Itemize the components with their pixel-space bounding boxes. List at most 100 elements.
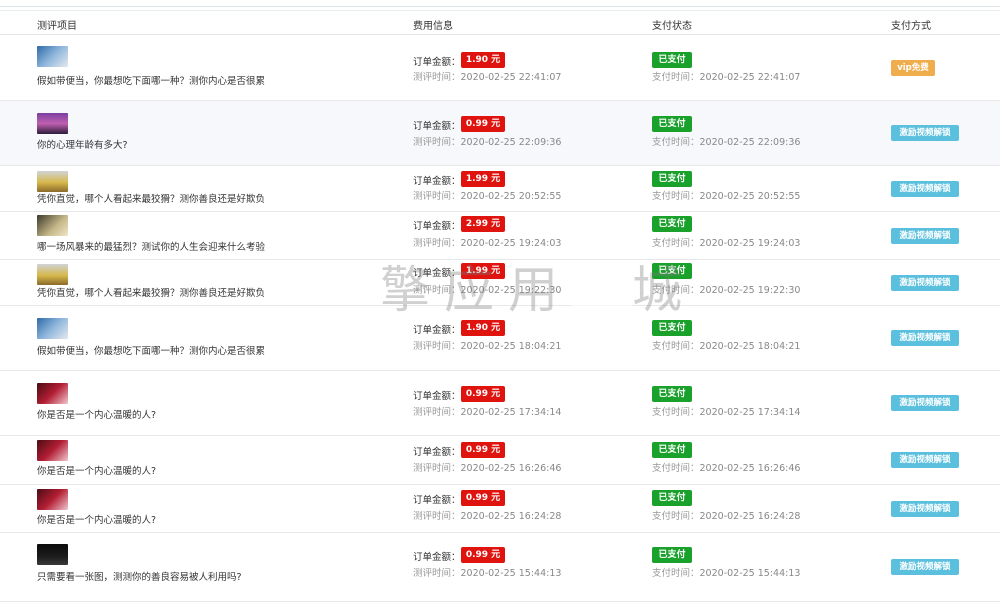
paid-status-badge: 已支付 <box>652 442 692 458</box>
top-divider-secondary <box>0 10 1000 11</box>
price-badge: 2.99 元 <box>461 216 505 232</box>
video-unlock-badge[interactable]: 激励视频解锁 <box>891 228 959 244</box>
eval-time-value: 2020-02-25 16:26:46 <box>460 463 562 474</box>
order-amount-label: 订单金额： <box>413 221 461 232</box>
table-row: 假如带便当，你最想吃下面哪一种？测你内心是否很累 订单金额： 1.90 元测评时间：… <box>0 306 1000 371</box>
pay-time-value: 2020-02-25 20:52:55 <box>699 191 801 202</box>
paid-status-badge: 已支付 <box>652 320 692 336</box>
pay-time-value: 2020-02-25 15:44:13 <box>699 568 801 579</box>
video-unlock-badge[interactable]: 激励视频解锁 <box>891 559 959 575</box>
table-row: 你是否是一个内心温暖的人? 订单金额： 0.99 元测评时间：2020-02-25 … <box>0 371 1000 436</box>
eval-time: 测评时间：2020-02-25 20:52:55 <box>413 188 561 202</box>
order-amount-label: 订单金额： <box>413 325 461 336</box>
video-unlock-badge[interactable]: 激励视频解锁 <box>891 125 959 141</box>
price-badge: 1.90 元 <box>461 320 505 336</box>
item-title[interactable]: 哪一场风暴来的最猛烈？测试你的人生会迎来什么考验 <box>37 239 265 253</box>
price-badge: 1.99 元 <box>461 171 505 187</box>
eval-time-value: 2020-02-25 15:44:13 <box>460 568 562 579</box>
pay-time: 支付时间：2020-02-25 19:22:30 <box>652 282 800 296</box>
thumbnail-image <box>37 489 68 510</box>
thumbnail-image <box>37 46 68 67</box>
table-row: 凭你直觉，哪个人看起来最狡猾？测你善良还是好欺负 订单金额： 1.99 元测评时间：… <box>0 166 1000 212</box>
pay-time: 支付时间：2020-02-25 15:44:13 <box>652 565 800 579</box>
order-amount-label: 订单金额： <box>413 121 461 132</box>
price-badge: 0.99 元 <box>461 547 505 563</box>
vip-free-badge[interactable]: vip免费 <box>891 60 935 76</box>
video-unlock-badge[interactable]: 激励视频解锁 <box>891 275 959 291</box>
table-header: 测评项目 费用信息 支付状态 支付方式 <box>0 14 1000 35</box>
price-badge: 0.99 元 <box>461 386 505 402</box>
item-title[interactable]: 你是否是一个内心温暖的人? <box>37 463 156 477</box>
pay-time-value: 2020-02-25 17:34:14 <box>699 407 801 418</box>
thumbnail-image <box>37 113 68 134</box>
price-badge: 0.99 元 <box>461 442 505 458</box>
order-amount-label: 订单金额： <box>413 176 461 187</box>
table-row: 凭你直觉，哪个人看起来最狡猾？测你善良还是好欺负 订单金额： 1.99 元测评时间：… <box>0 260 1000 306</box>
item-title[interactable]: 只需要看一张图，测测你的善良容易被人利用吗? <box>37 569 242 583</box>
price-badge: 0.99 元 <box>461 490 505 506</box>
eval-time-value: 2020-02-25 22:09:36 <box>460 137 562 148</box>
table-row: 只需要看一张图，测测你的善良容易被人利用吗? 订单金额： 0.99 元测评时间：20… <box>0 533 1000 602</box>
pay-time-label: 支付时间： <box>652 191 700 202</box>
pay-time: 支付时间：2020-02-25 22:09:36 <box>652 134 800 148</box>
thumbnail-image <box>37 215 68 236</box>
eval-time: 测评时间：2020-02-25 22:09:36 <box>413 134 561 148</box>
pay-time: 支付时间：2020-02-25 20:52:55 <box>652 188 800 202</box>
eval-time-label: 测评时间： <box>413 568 461 579</box>
order-amount-label: 订单金额： <box>413 495 461 506</box>
paid-status-badge: 已支付 <box>652 52 692 68</box>
header-method: 支付方式 <box>891 21 931 32</box>
pay-time-label: 支付时间： <box>652 137 700 148</box>
item-title[interactable]: 你的心理年龄有多大? <box>37 137 128 151</box>
pay-time-label: 支付时间： <box>652 238 700 249</box>
pay-time-value: 2020-02-25 16:26:46 <box>699 463 801 474</box>
paid-status-badge: 已支付 <box>652 490 692 506</box>
video-unlock-badge[interactable]: 激励视频解锁 <box>891 501 959 517</box>
eval-time: 测评时间：2020-02-25 18:04:21 <box>413 338 561 352</box>
header-fee: 费用信息 <box>413 21 453 32</box>
eval-time-value: 2020-02-25 20:52:55 <box>460 191 562 202</box>
paid-status-badge: 已支付 <box>652 386 692 402</box>
video-unlock-badge[interactable]: 激励视频解锁 <box>891 330 959 346</box>
eval-time: 测评时间：2020-02-25 16:26:46 <box>413 460 561 474</box>
header-item: 测评项目 <box>37 21 77 32</box>
paid-status-badge: 已支付 <box>652 171 692 187</box>
item-title[interactable]: 你是否是一个内心温暖的人? <box>37 512 156 526</box>
eval-time-label: 测评时间： <box>413 137 461 148</box>
pay-time-value: 2020-02-25 18:04:21 <box>699 341 801 352</box>
pay-time: 支付时间：2020-02-25 16:26:46 <box>652 460 800 474</box>
price-badge: 1.99 元 <box>461 263 505 279</box>
pay-time-label: 支付时间： <box>652 511 700 522</box>
order-amount-label: 订单金额： <box>413 268 461 279</box>
eval-time: 测评时间：2020-02-25 22:41:07 <box>413 69 561 83</box>
paid-status-badge: 已支付 <box>652 116 692 132</box>
thumbnail-image <box>37 440 68 461</box>
pay-time-label: 支付时间： <box>652 407 700 418</box>
eval-time: 测评时间：2020-02-25 16:24:28 <box>413 508 561 522</box>
price-badge: 1.90 元 <box>461 52 505 68</box>
pay-time: 支付时间：2020-02-25 17:34:14 <box>652 404 800 418</box>
video-unlock-badge[interactable]: 激励视频解锁 <box>891 452 959 468</box>
item-title[interactable]: 凭你直觉，哪个人看起来最狡猾？测你善良还是好欺负 <box>37 285 265 299</box>
eval-time-label: 测评时间： <box>413 463 461 474</box>
table-row: 你是否是一个内心温暖的人? 订单金额： 0.99 元测评时间：2020-02-25 … <box>0 485 1000 533</box>
order-amount-label: 订单金额： <box>413 57 461 68</box>
eval-time: 测评时间：2020-02-25 19:24:03 <box>413 235 561 249</box>
eval-time-label: 测评时间： <box>413 285 461 296</box>
pay-time-value: 2020-02-25 16:24:28 <box>699 511 801 522</box>
price-badge: 0.99 元 <box>461 116 505 132</box>
thumbnail-image <box>37 318 68 339</box>
video-unlock-badge[interactable]: 激励视频解锁 <box>891 181 959 197</box>
item-title[interactable]: 凭你直觉，哪个人看起来最狡猾？测你善良还是好欺负 <box>37 191 265 205</box>
paid-status-badge: 已支付 <box>652 547 692 563</box>
item-title[interactable]: 你是否是一个内心温暖的人? <box>37 407 156 421</box>
eval-time-value: 2020-02-25 22:41:07 <box>460 72 562 83</box>
eval-time: 测评时间：2020-02-25 19:22:30 <box>413 282 561 296</box>
order-amount-label: 订单金额： <box>413 552 461 563</box>
pay-time: 支付时间：2020-02-25 19:24:03 <box>652 235 800 249</box>
thumbnail-image <box>37 264 68 285</box>
video-unlock-badge[interactable]: 激励视频解锁 <box>891 395 959 411</box>
item-title[interactable]: 假如带便当，你最想吃下面哪一种？测你内心是否很累 <box>37 343 265 357</box>
order-amount-label: 订单金额： <box>413 447 461 458</box>
item-title[interactable]: 假如带便当，你最想吃下面哪一种？测你内心是否很累 <box>37 73 265 87</box>
